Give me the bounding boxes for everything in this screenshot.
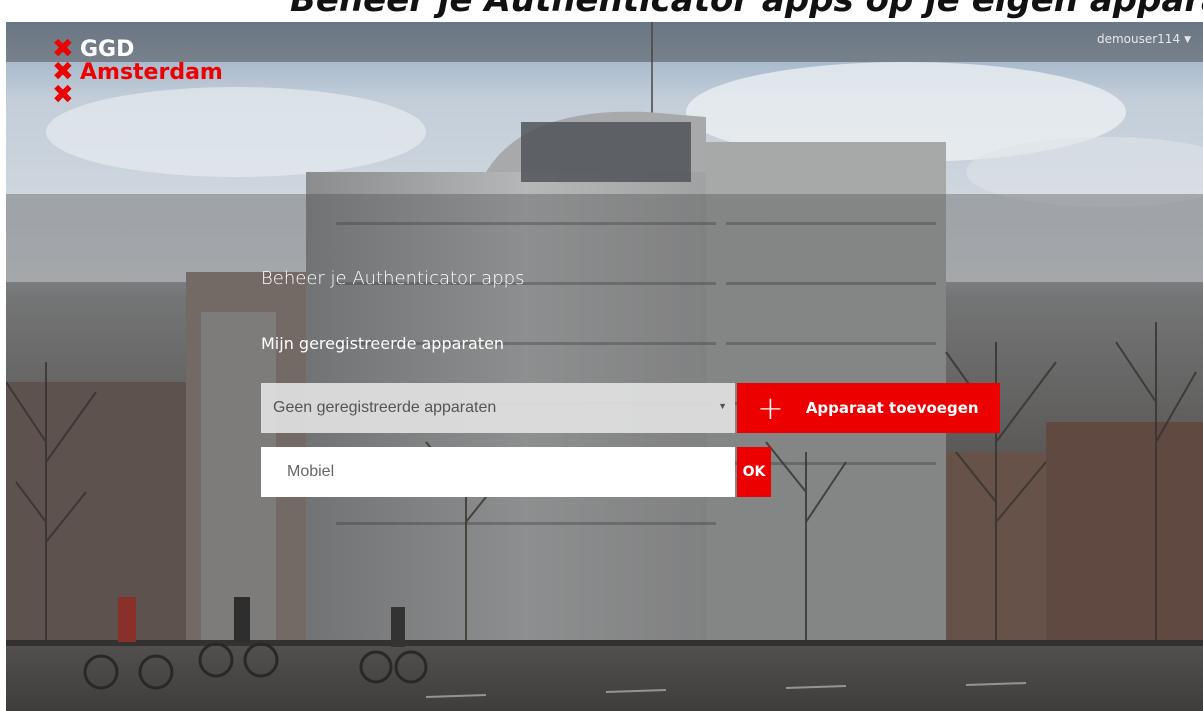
caret-down-icon: ▼	[1184, 35, 1191, 45]
page-title: Beheer je Authenticator apps	[261, 268, 525, 289]
add-device-button[interactable]: + Apparaat toevoegen	[737, 383, 1000, 433]
device-select-value: Geen geregistreerde apparaten	[273, 399, 497, 416]
username: demouser114	[1096, 32, 1181, 46]
user-menu[interactable]: demouser114 ▼	[1097, 32, 1191, 46]
caret-down-icon: ▼	[718, 401, 727, 411]
ggd-amsterdam-logo: ✖ GGD ✖ Amsterdam ✖	[52, 36, 223, 110]
add-device-label: Apparaat toevoegen	[805, 399, 979, 417]
login-background: ✖ GGD ✖ Amsterdam ✖ demouser114 ▼ Beheer …	[6, 22, 1203, 711]
cropped-caption: Beheer je Authenticator apps op je eigen…	[290, 0, 1203, 20]
cropped-caption-strip: Beheer je Authenticator apps op je eigen…	[0, 0, 1203, 22]
plus-icon: +	[757, 389, 784, 427]
device-name-input[interactable]	[261, 447, 735, 497]
ok-button[interactable]: OK	[737, 447, 771, 497]
logo-line-ggd: GGD	[80, 37, 135, 62]
logo-line-amsterdam: Amsterdam	[80, 60, 223, 85]
device-select[interactable]: Geen geregistreerde apparaten ▼	[261, 383, 735, 433]
andreas-cross-icon: ✖	[52, 80, 74, 110]
devices-subtitle: Mijn geregistreerde apparaten	[261, 334, 505, 353]
